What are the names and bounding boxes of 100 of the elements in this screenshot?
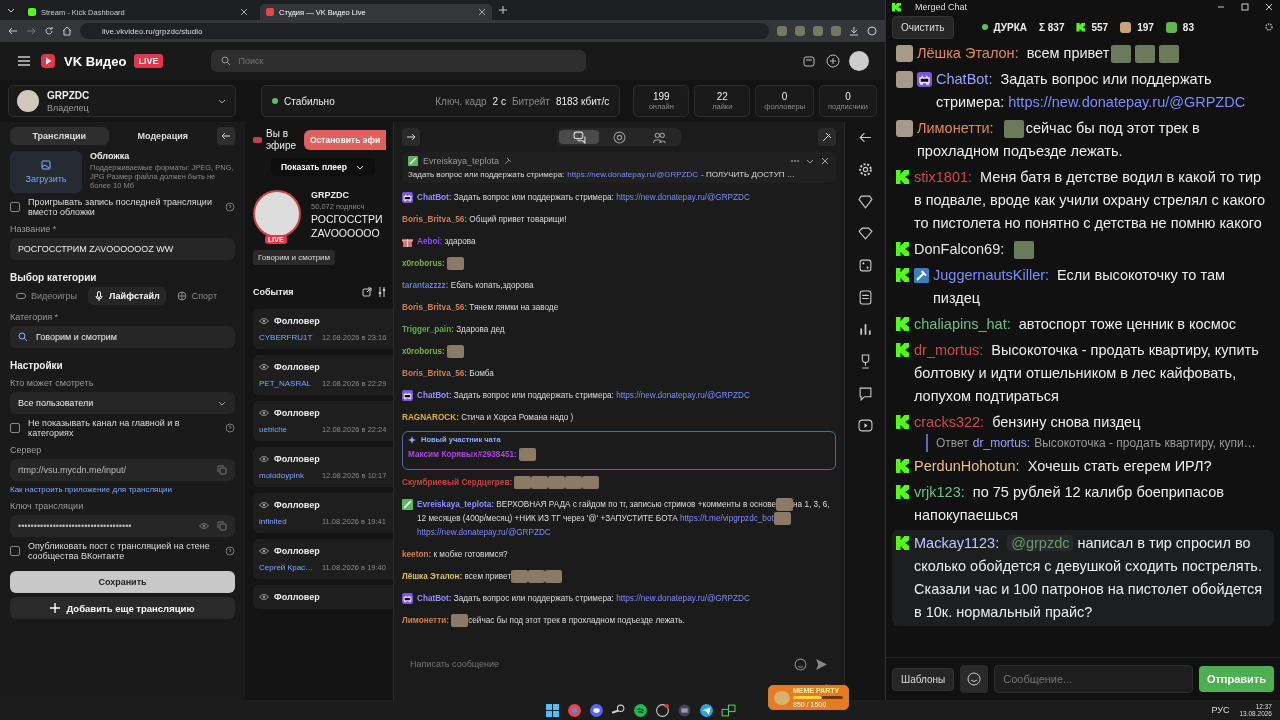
settings-icon[interactable] (1264, 22, 1274, 32)
mention-chip[interactable]: @grpzdc (1007, 535, 1074, 551)
chat-username[interactable]: keeton: (402, 550, 432, 559)
help-icon[interactable] (225, 546, 235, 556)
new-tab-icon[interactable] (498, 5, 508, 15)
help-icon[interactable] (225, 423, 235, 433)
download-icon[interactable] (849, 26, 859, 36)
diamond-icon[interactable] (857, 194, 873, 209)
address-bar[interactable]: live.vkvideo.ru/grpzdc/studio (80, 23, 769, 39)
copy-icon[interactable] (217, 465, 227, 475)
checkbox[interactable] (10, 546, 20, 556)
message-link[interactable]: https://new.donatepay.ru/@GRPZDC (616, 193, 750, 202)
browser-icon[interactable] (567, 702, 582, 718)
chat-username[interactable]: Mackay1123: (914, 535, 1000, 551)
close-icon[interactable] (820, 156, 830, 166)
app-icon[interactable] (721, 702, 736, 718)
chat-username[interactable]: Лимонетти: (402, 616, 449, 625)
collapse-arrow-icon[interactable] (857, 130, 873, 145)
chat-username[interactable]: dr_mortus: (914, 342, 984, 358)
send-icon[interactable] (815, 658, 828, 671)
chat-tab[interactable] (559, 130, 599, 144)
chat-username[interactable]: chaliapins_hat: (914, 316, 1011, 332)
chat-username[interactable]: Trigger_pain: (402, 325, 454, 334)
dice-icon[interactable] (857, 258, 873, 273)
category-type-tab[interactable]: Спорт (170, 287, 223, 305)
chat-username[interactable]: Boris_Britva_56: (402, 215, 468, 224)
chat-icon[interactable] (857, 386, 873, 401)
eye-icon[interactable] (199, 521, 209, 531)
emoji-icon[interactable] (794, 658, 807, 671)
chat-username[interactable]: Максим Корявых#2938451: (408, 450, 517, 459)
panel-tab[interactable]: Модерация (113, 127, 212, 145)
chat-username[interactable]: Скумбриевый Сердцегрев: (402, 478, 513, 487)
chat-username[interactable]: Boris_Britva_56: (402, 369, 468, 378)
list-icon[interactable] (857, 290, 873, 305)
chat-username[interactable]: PerdunHohotun: (914, 458, 1020, 474)
checkbox[interactable] (10, 423, 20, 433)
close-icon[interactable] (240, 8, 248, 16)
music-icon[interactable] (633, 702, 648, 718)
chat-username[interactable]: Evreiskaya_teplota: (417, 500, 494, 509)
add-stream-button[interactable]: Добавить еще трансляцию (10, 597, 235, 619)
chat-username[interactable]: Лёшка Эталон: (402, 572, 463, 581)
save-button[interactable]: Сохранить (10, 571, 235, 593)
event-username[interactable]: infinited (259, 517, 317, 526)
event-username[interactable]: CYBERFRU1T (259, 333, 317, 342)
reload-icon[interactable] (44, 26, 54, 36)
setup-link[interactable]: Как настроить приложение для трансляции (10, 485, 235, 494)
gem-icon[interactable] (857, 226, 873, 241)
message-link[interactable]: https://new.donatepay.ru/@GRPZDC (417, 528, 551, 537)
panel-tab[interactable]: Трансляции (10, 127, 109, 145)
start-icon[interactable] (545, 702, 560, 718)
sliders-icon[interactable] (377, 287, 387, 297)
chat-username[interactable]: Aeboi: (417, 237, 443, 246)
category-type-tab[interactable]: Лайфстайл (88, 287, 166, 305)
pin-icon[interactable] (818, 128, 836, 146)
close-icon[interactable] (1264, 2, 1274, 12)
settings-icon[interactable] (857, 162, 873, 177)
message-link[interactable]: https://new.donatepay.ru/@GRPZDC (1008, 94, 1246, 110)
shop-icon[interactable] (801, 53, 817, 69)
upload-button[interactable]: Загрузить (10, 151, 82, 193)
show-player-button[interactable]: Показать плеер (270, 158, 375, 176)
chat-username[interactable]: Лёшка Эталон: (917, 45, 1019, 61)
event-username[interactable]: Сергей Крас… (259, 563, 317, 572)
chat-username[interactable]: ChatBot: (417, 391, 452, 400)
close-icon[interactable] (478, 8, 486, 16)
profile-icon[interactable] (867, 26, 877, 36)
server-field[interactable]: rtmp://vsu.mycdn.me/input/ (10, 459, 235, 481)
event-username[interactable]: PET_NASRAL (259, 379, 317, 388)
message-link[interactable]: https://new.donatepay.ru/@GRPZDC (616, 594, 750, 603)
app-icon[interactable] (655, 702, 670, 718)
bar-chart-icon[interactable] (857, 322, 873, 337)
channel-selector[interactable]: GRPZDC Владелец (8, 85, 236, 117)
copy-icon[interactable] (217, 521, 227, 531)
message-field[interactable]: Написать сообщение (402, 653, 836, 675)
app-icon[interactable] (677, 702, 692, 718)
search-field[interactable]: Поиск (210, 50, 586, 72)
category-type-tab[interactable]: Видеоигры (10, 287, 84, 305)
message-field[interactable]: Сообщение... (994, 665, 1193, 693)
chat-username[interactable]: stix1801: (914, 169, 973, 185)
language-indicator[interactable]: РУС (1211, 705, 1230, 715)
chat-username[interactable]: RAGNAROCK: (402, 413, 459, 422)
chat-username[interactable]: ChatBot: (417, 193, 452, 202)
message-link[interactable]: https://t.me/vipgrpzdc_bot (680, 514, 774, 523)
chat-username[interactable]: tarantazzzz: (402, 281, 449, 290)
clear-button[interactable]: Очистить (892, 15, 954, 39)
event-username[interactable]: uebiche (259, 425, 317, 434)
paper-plane-icon[interactable] (699, 702, 714, 718)
checkbox[interactable] (10, 202, 20, 212)
chat-username[interactable]: cracks322: (914, 414, 985, 430)
chat-username[interactable]: DonFalcon69: (914, 241, 1005, 257)
title-field[interactable]: РОСГОССТРИМ ZAVOOOOOOZ WW (10, 238, 235, 260)
menu-icon[interactable] (16, 53, 32, 69)
forward-icon[interactable] (26, 26, 36, 36)
chat-username[interactable]: Лимонетти: (917, 120, 994, 136)
chat-username[interactable]: x0roborus: (402, 347, 445, 356)
chat-username[interactable]: Boris_Britva_56: (402, 303, 468, 312)
chat-username[interactable]: vrjk123: (914, 484, 965, 500)
chat-username[interactable]: x0roborus: (402, 259, 445, 268)
message-link[interactable]: https://new.donatepay.ru/@GRPZDC (616, 391, 750, 400)
stream-key-field[interactable]: •••••••••••••••••••••••••••••••••••• (10, 515, 235, 537)
templates-button[interactable]: Шаблоны (892, 667, 955, 691)
